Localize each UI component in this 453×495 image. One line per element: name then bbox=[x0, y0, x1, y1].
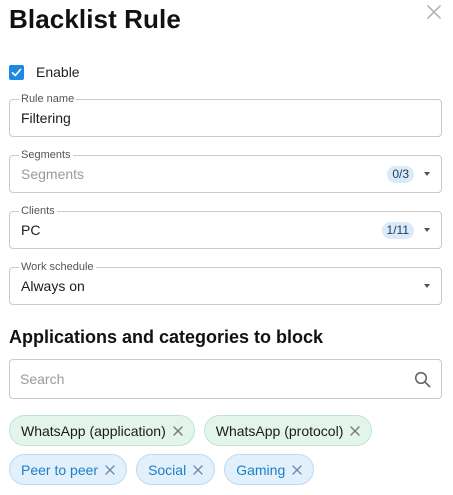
chip-gaming[interactable]: Gaming bbox=[224, 454, 315, 485]
work-schedule-value: Always on bbox=[21, 278, 85, 294]
chip-label: Peer to peer bbox=[21, 461, 99, 478]
search-input[interactable] bbox=[20, 369, 400, 389]
chip-social[interactable]: Social bbox=[136, 454, 216, 485]
remove-x-icon[interactable] bbox=[173, 425, 183, 436]
clients-count-badge: 1/11 bbox=[381, 222, 414, 239]
enable-label: Enable bbox=[36, 64, 80, 80]
clients-select[interactable]: Clients PC 1/11 bbox=[9, 203, 442, 249]
remove-x-icon[interactable] bbox=[350, 425, 361, 436]
search-field[interactable] bbox=[9, 359, 442, 399]
chip-whatsapp-protocol[interactable]: WhatsApp (protocol) bbox=[203, 415, 373, 446]
clients-label: Clients bbox=[19, 203, 57, 219]
enable-checkbox[interactable] bbox=[9, 64, 24, 80]
application-chips: WhatsApp (application) WhatsApp (protoco… bbox=[9, 415, 449, 446]
selected-items: WhatsApp (application) WhatsApp (protoco… bbox=[9, 415, 449, 493]
work-schedule-select[interactable]: Work schedule Always on bbox=[9, 259, 442, 305]
chevron-down-icon[interactable] bbox=[424, 228, 430, 232]
chip-peer-to-peer[interactable]: Peer to peer bbox=[9, 454, 128, 485]
dialog-title: Blacklist Rule bbox=[9, 4, 181, 34]
rule-name-value[interactable]: Filtering bbox=[21, 110, 71, 126]
rule-name-label: Rule name bbox=[19, 91, 77, 107]
search-icon[interactable] bbox=[414, 371, 431, 393]
chip-whatsapp-application[interactable]: WhatsApp (application) bbox=[9, 415, 195, 446]
chip-label: WhatsApp (application) bbox=[21, 422, 166, 439]
enable-row[interactable]: Enable bbox=[9, 64, 80, 80]
remove-x-icon[interactable] bbox=[105, 464, 115, 475]
segments-count-badge: 0/3 bbox=[387, 166, 414, 183]
clients-value: PC bbox=[21, 222, 41, 238]
chip-label: WhatsApp (protocol) bbox=[215, 422, 344, 439]
chevron-down-icon[interactable] bbox=[424, 172, 430, 176]
segments-placeholder: Segments bbox=[21, 166, 85, 182]
rule-name-field[interactable]: Rule name Filtering bbox=[9, 91, 442, 137]
category-chips: Peer to peer Social Gaming bbox=[9, 454, 449, 485]
chip-label: Social bbox=[148, 461, 187, 478]
segments-select[interactable]: Segments Segments 0/3 bbox=[9, 147, 442, 193]
segments-label: Segments bbox=[19, 147, 73, 163]
chevron-down-icon[interactable] bbox=[424, 284, 430, 288]
close-icon[interactable] bbox=[426, 4, 442, 20]
remove-x-icon[interactable] bbox=[292, 464, 302, 475]
block-section-title: Applications and categories to block bbox=[9, 327, 324, 347]
check-icon bbox=[11, 68, 22, 76]
remove-x-icon[interactable] bbox=[193, 464, 203, 475]
chip-label: Gaming bbox=[236, 461, 286, 478]
work-schedule-label: Work schedule bbox=[19, 259, 96, 275]
